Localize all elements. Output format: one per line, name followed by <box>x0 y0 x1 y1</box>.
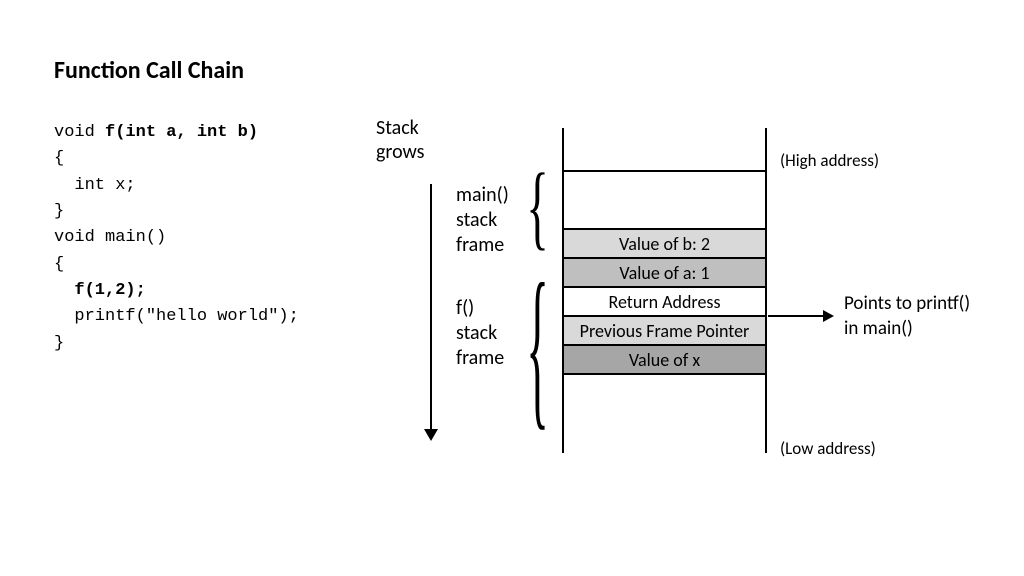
stack-grows-label: Stack grows <box>376 116 424 164</box>
code-l3: int x; <box>54 176 136 195</box>
stack-grows-l1: Stack <box>376 116 419 140</box>
code-l7-pre <box>54 281 74 300</box>
code-l9: } <box>54 334 64 353</box>
code-l5: void main() <box>54 228 166 247</box>
stack-cell-a: Value of a: 1 <box>564 257 765 288</box>
page-title: Function Call Chain <box>54 56 244 85</box>
arrow-down-icon <box>430 184 432 439</box>
stack-diagram: Value of b: 2 Value of a: 1 Return Addre… <box>562 128 767 453</box>
code-l2: { <box>54 149 64 168</box>
main-frame-label: main() stack frame <box>456 183 509 258</box>
return-address-note: Points to printf() in main() <box>844 292 970 341</box>
stack-grows-l2: grows <box>376 140 424 164</box>
stack-cell-prev-frame-pointer: Previous Frame Pointer <box>564 315 765 346</box>
stack-cell-return-address: Return Address <box>564 286 765 317</box>
code-l4: } <box>54 202 64 221</box>
main-frame-cell <box>564 170 765 230</box>
ra-note-l2: in main() <box>844 317 913 340</box>
code-l7-bold: f(1,2); <box>74 281 145 300</box>
ra-note-l1: Points to printf() <box>844 292 970 315</box>
code-l1-bold: f(int a, int b) <box>105 123 258 142</box>
high-address-label: (High address) <box>780 150 879 171</box>
stack-cell-x: Value of x <box>564 344 765 375</box>
code-l6: { <box>54 255 64 274</box>
low-address-label: (Low address) <box>780 438 876 459</box>
brace-icon: { <box>526 160 549 254</box>
code-block: void f(int a, int b) { int x; } void mai… <box>54 120 299 357</box>
f-frame-label: f() stack frame <box>456 296 504 371</box>
code-l8: printf("hello world"); <box>54 307 299 326</box>
code-l1-pre: void <box>54 123 105 142</box>
stack-cell-b: Value of b: 2 <box>564 228 765 259</box>
arrow-right-icon <box>768 315 832 317</box>
brace-icon: { <box>526 258 549 437</box>
